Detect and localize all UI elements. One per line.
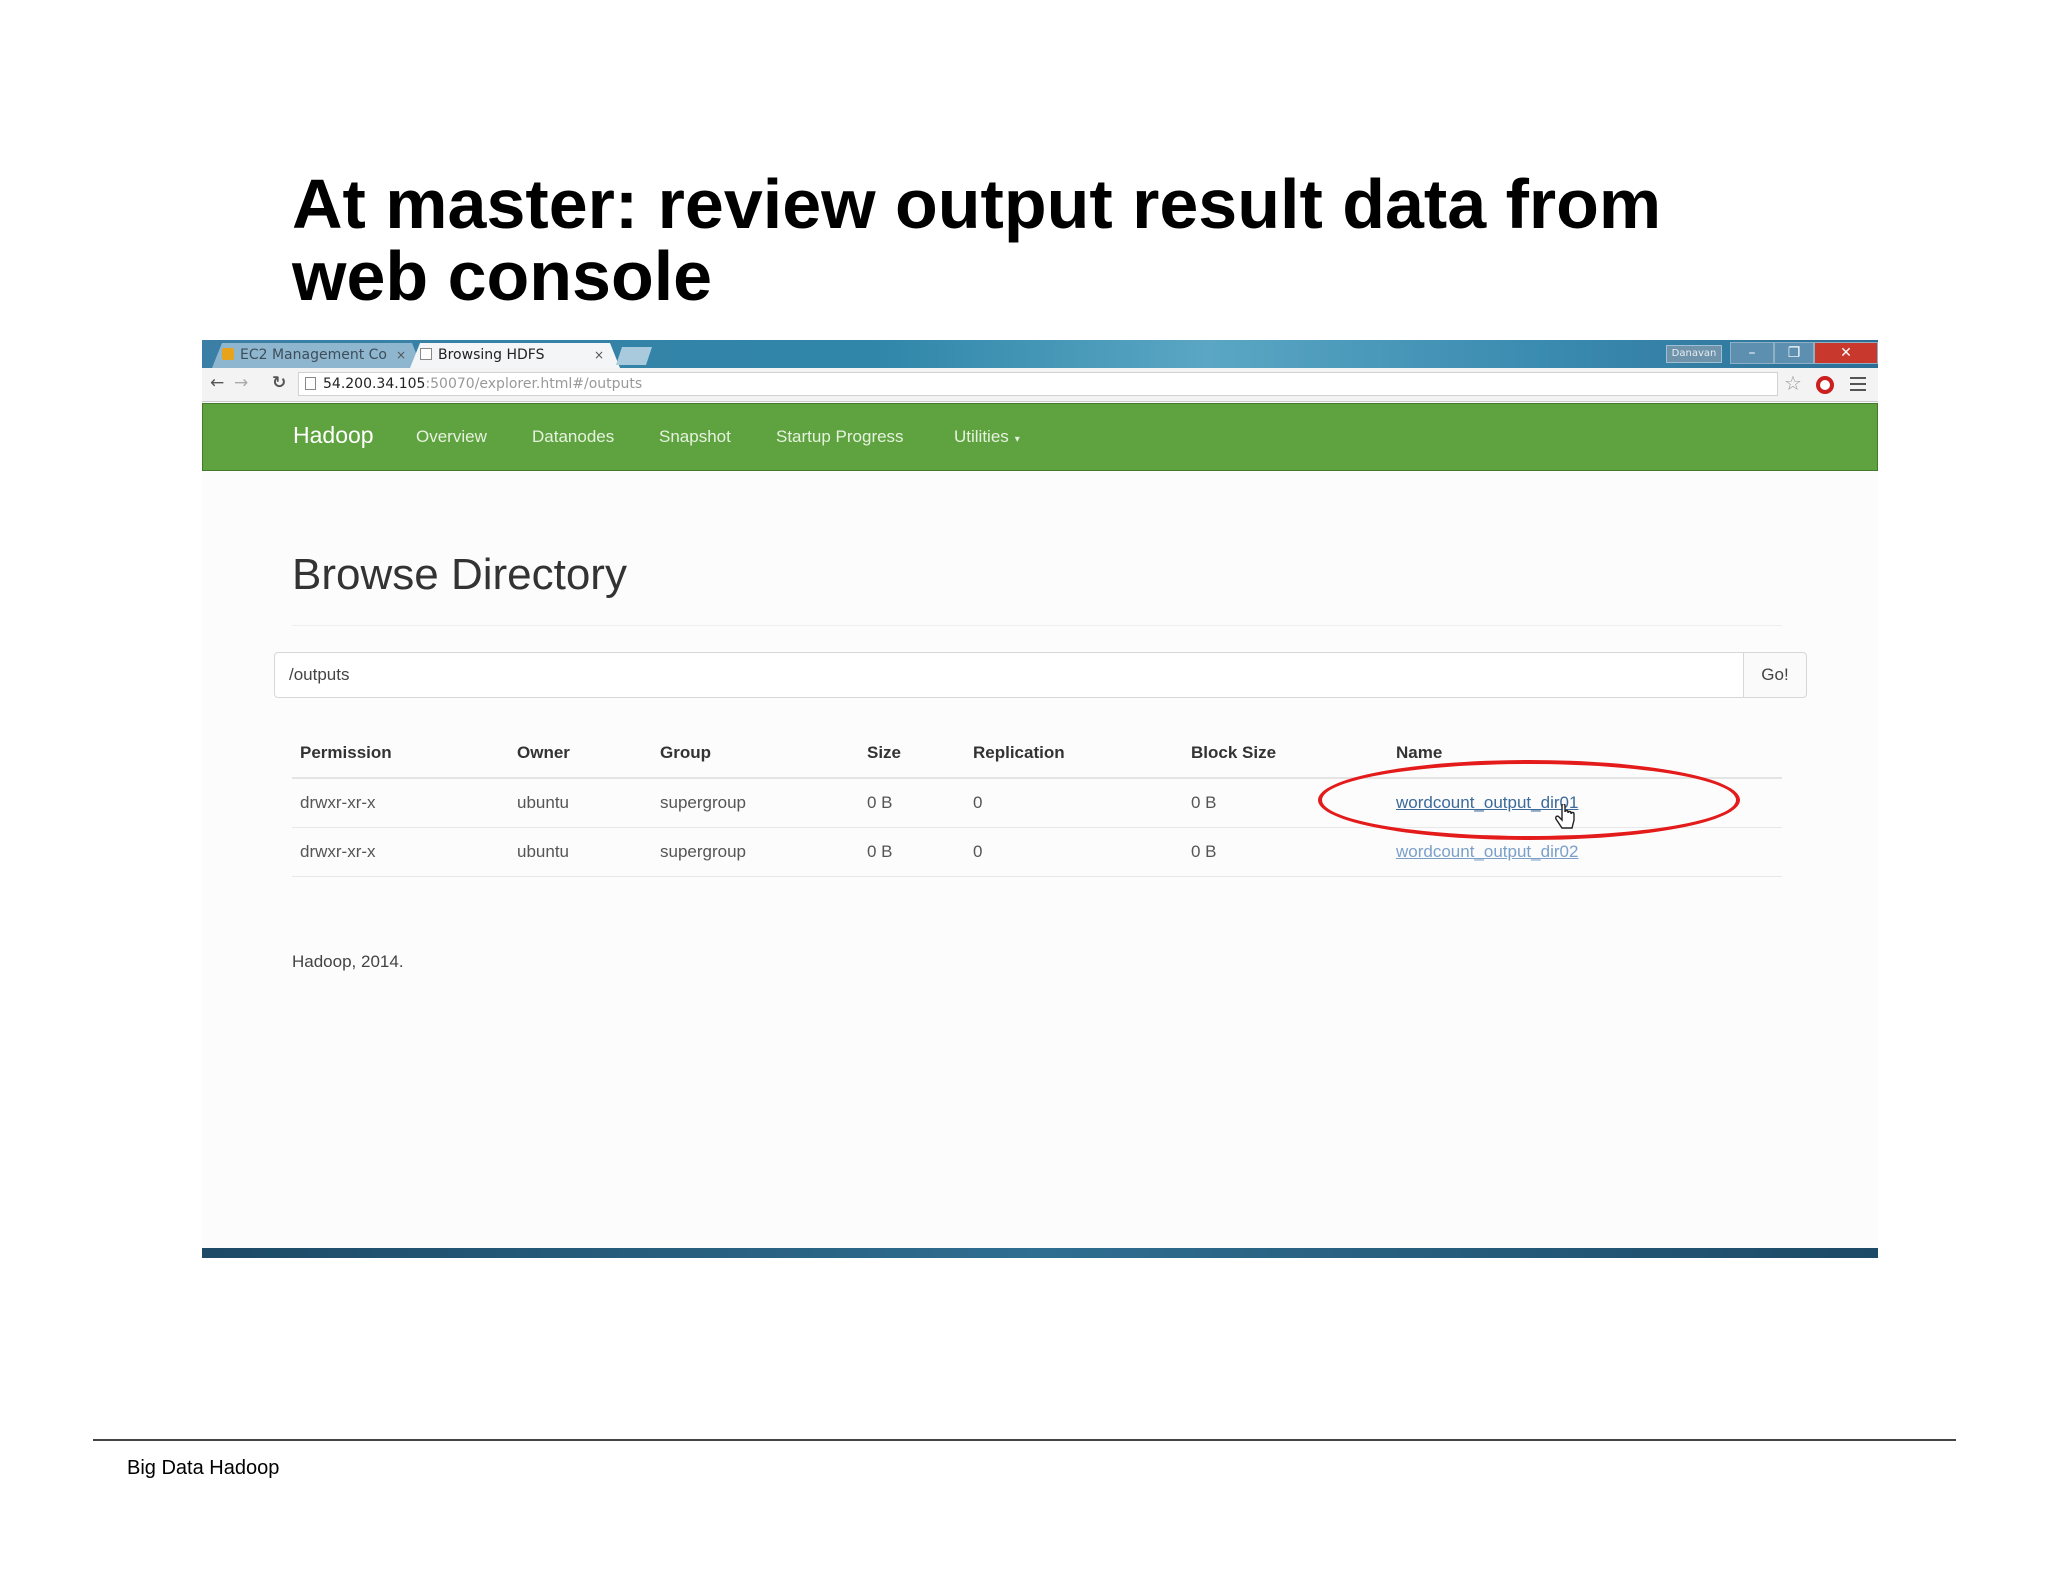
os-taskbar xyxy=(202,1248,1878,1258)
maximize-button[interactable]: ❐ xyxy=(1774,342,1814,364)
slide-title: At master: review output result data fro… xyxy=(292,168,1792,312)
slide-title-line-1: At master: review output result data fro… xyxy=(292,165,1662,243)
reload-icon[interactable]: ↻ xyxy=(272,373,286,393)
tab-label: EC2 Management Co xyxy=(240,347,387,363)
hand-pointer-icon xyxy=(1555,804,1575,829)
cell-owner: ubuntu xyxy=(509,827,652,877)
cell-group: supergroup xyxy=(652,827,859,877)
cell-block-size: 0 B xyxy=(1183,827,1388,877)
nav-snapshot[interactable]: Snapshot xyxy=(659,427,731,447)
tab-ec2-management[interactable]: EC2 Management Co × xyxy=(212,343,422,368)
url-path: :50070/explorer.html#/outputs xyxy=(425,376,643,392)
cell-permission: drwxr-xr-x xyxy=(292,827,509,877)
minimize-button[interactable]: – xyxy=(1730,342,1774,364)
tab-browsing-hdfs[interactable]: Browsing HDFS × xyxy=(410,343,620,368)
extension-icon[interactable] xyxy=(1816,376,1834,394)
column-header-permission[interactable]: Permission xyxy=(292,728,509,779)
cell-owner: ubuntu xyxy=(509,778,652,828)
tab-close-icon[interactable]: × xyxy=(594,343,604,368)
cell-group: supergroup xyxy=(652,778,859,828)
directory-path-input[interactable]: /outputs xyxy=(274,652,1744,698)
nav-utilities-dropdown[interactable]: Utilities ▾ xyxy=(954,427,1020,447)
column-header-group[interactable]: Group xyxy=(652,728,859,779)
page-favicon-icon xyxy=(420,348,432,360)
nav-overview[interactable]: Overview xyxy=(416,427,487,447)
url-field[interactable]: 54.200.34.105:50070/explorer.html#/outpu… xyxy=(298,372,1778,396)
forward-arrow-icon[interactable]: → xyxy=(234,373,248,393)
url-host: 54.200.34.105 xyxy=(323,376,426,392)
browser-screenshot: EC2 Management Co × Browsing HDFS × Dana… xyxy=(202,340,1878,1258)
nav-startup-progress[interactable]: Startup Progress xyxy=(776,427,904,447)
browser-tab-strip: EC2 Management Co × Browsing HDFS × Dana… xyxy=(202,340,1878,368)
slide-footer-rule xyxy=(93,1439,1956,1441)
cell-replication: 0 xyxy=(965,827,1183,877)
go-button[interactable]: Go! xyxy=(1743,652,1807,698)
hadoop-footer: Hadoop, 2014. xyxy=(292,952,404,971)
tab-label: Browsing HDFS xyxy=(438,347,545,363)
hadoop-navbar: Hadoop Overview Datanodes Snapshot Start… xyxy=(202,403,1878,471)
cell-size: 0 B xyxy=(859,778,965,828)
page-icon xyxy=(305,377,316,390)
slide-title-line-2: web console xyxy=(292,237,713,315)
cell-permission: drwxr-xr-x xyxy=(292,778,509,828)
caret-down-icon: ▾ xyxy=(1014,434,1020,445)
new-tab-button[interactable] xyxy=(616,347,652,365)
back-arrow-icon[interactable]: ← xyxy=(210,373,224,393)
column-header-block-size[interactable]: Block Size xyxy=(1183,728,1388,779)
hamburger-menu-icon[interactable] xyxy=(1850,377,1866,391)
column-header-replication[interactable]: Replication xyxy=(965,728,1183,779)
page-heading: Browse Directory xyxy=(292,550,627,599)
tab-close-icon[interactable]: × xyxy=(396,343,406,368)
heading-divider xyxy=(292,625,1782,626)
column-header-size[interactable]: Size xyxy=(859,728,965,779)
cell-size: 0 B xyxy=(859,827,965,877)
profile-badge[interactable]: Danavan xyxy=(1666,345,1722,363)
close-window-button[interactable]: ✕ xyxy=(1814,342,1878,364)
bookmark-star-icon[interactable]: ☆ xyxy=(1784,371,1802,395)
nav-utilities-label: Utilities xyxy=(954,427,1009,446)
slide-footer-text: Big Data Hadoop xyxy=(127,1457,280,1479)
hadoop-brand-link[interactable]: Hadoop xyxy=(293,422,374,449)
directory-link[interactable]: wordcount_output_dir02 xyxy=(1396,842,1578,861)
column-header-owner[interactable]: Owner xyxy=(509,728,652,779)
cell-replication: 0 xyxy=(965,778,1183,828)
nav-datanodes[interactable]: Datanodes xyxy=(532,427,614,447)
red-highlight-ellipse xyxy=(1318,760,1740,840)
aws-favicon-icon xyxy=(222,348,234,360)
address-bar: ← → ↻ 54.200.34.105:50070/explorer.html#… xyxy=(202,368,1878,402)
